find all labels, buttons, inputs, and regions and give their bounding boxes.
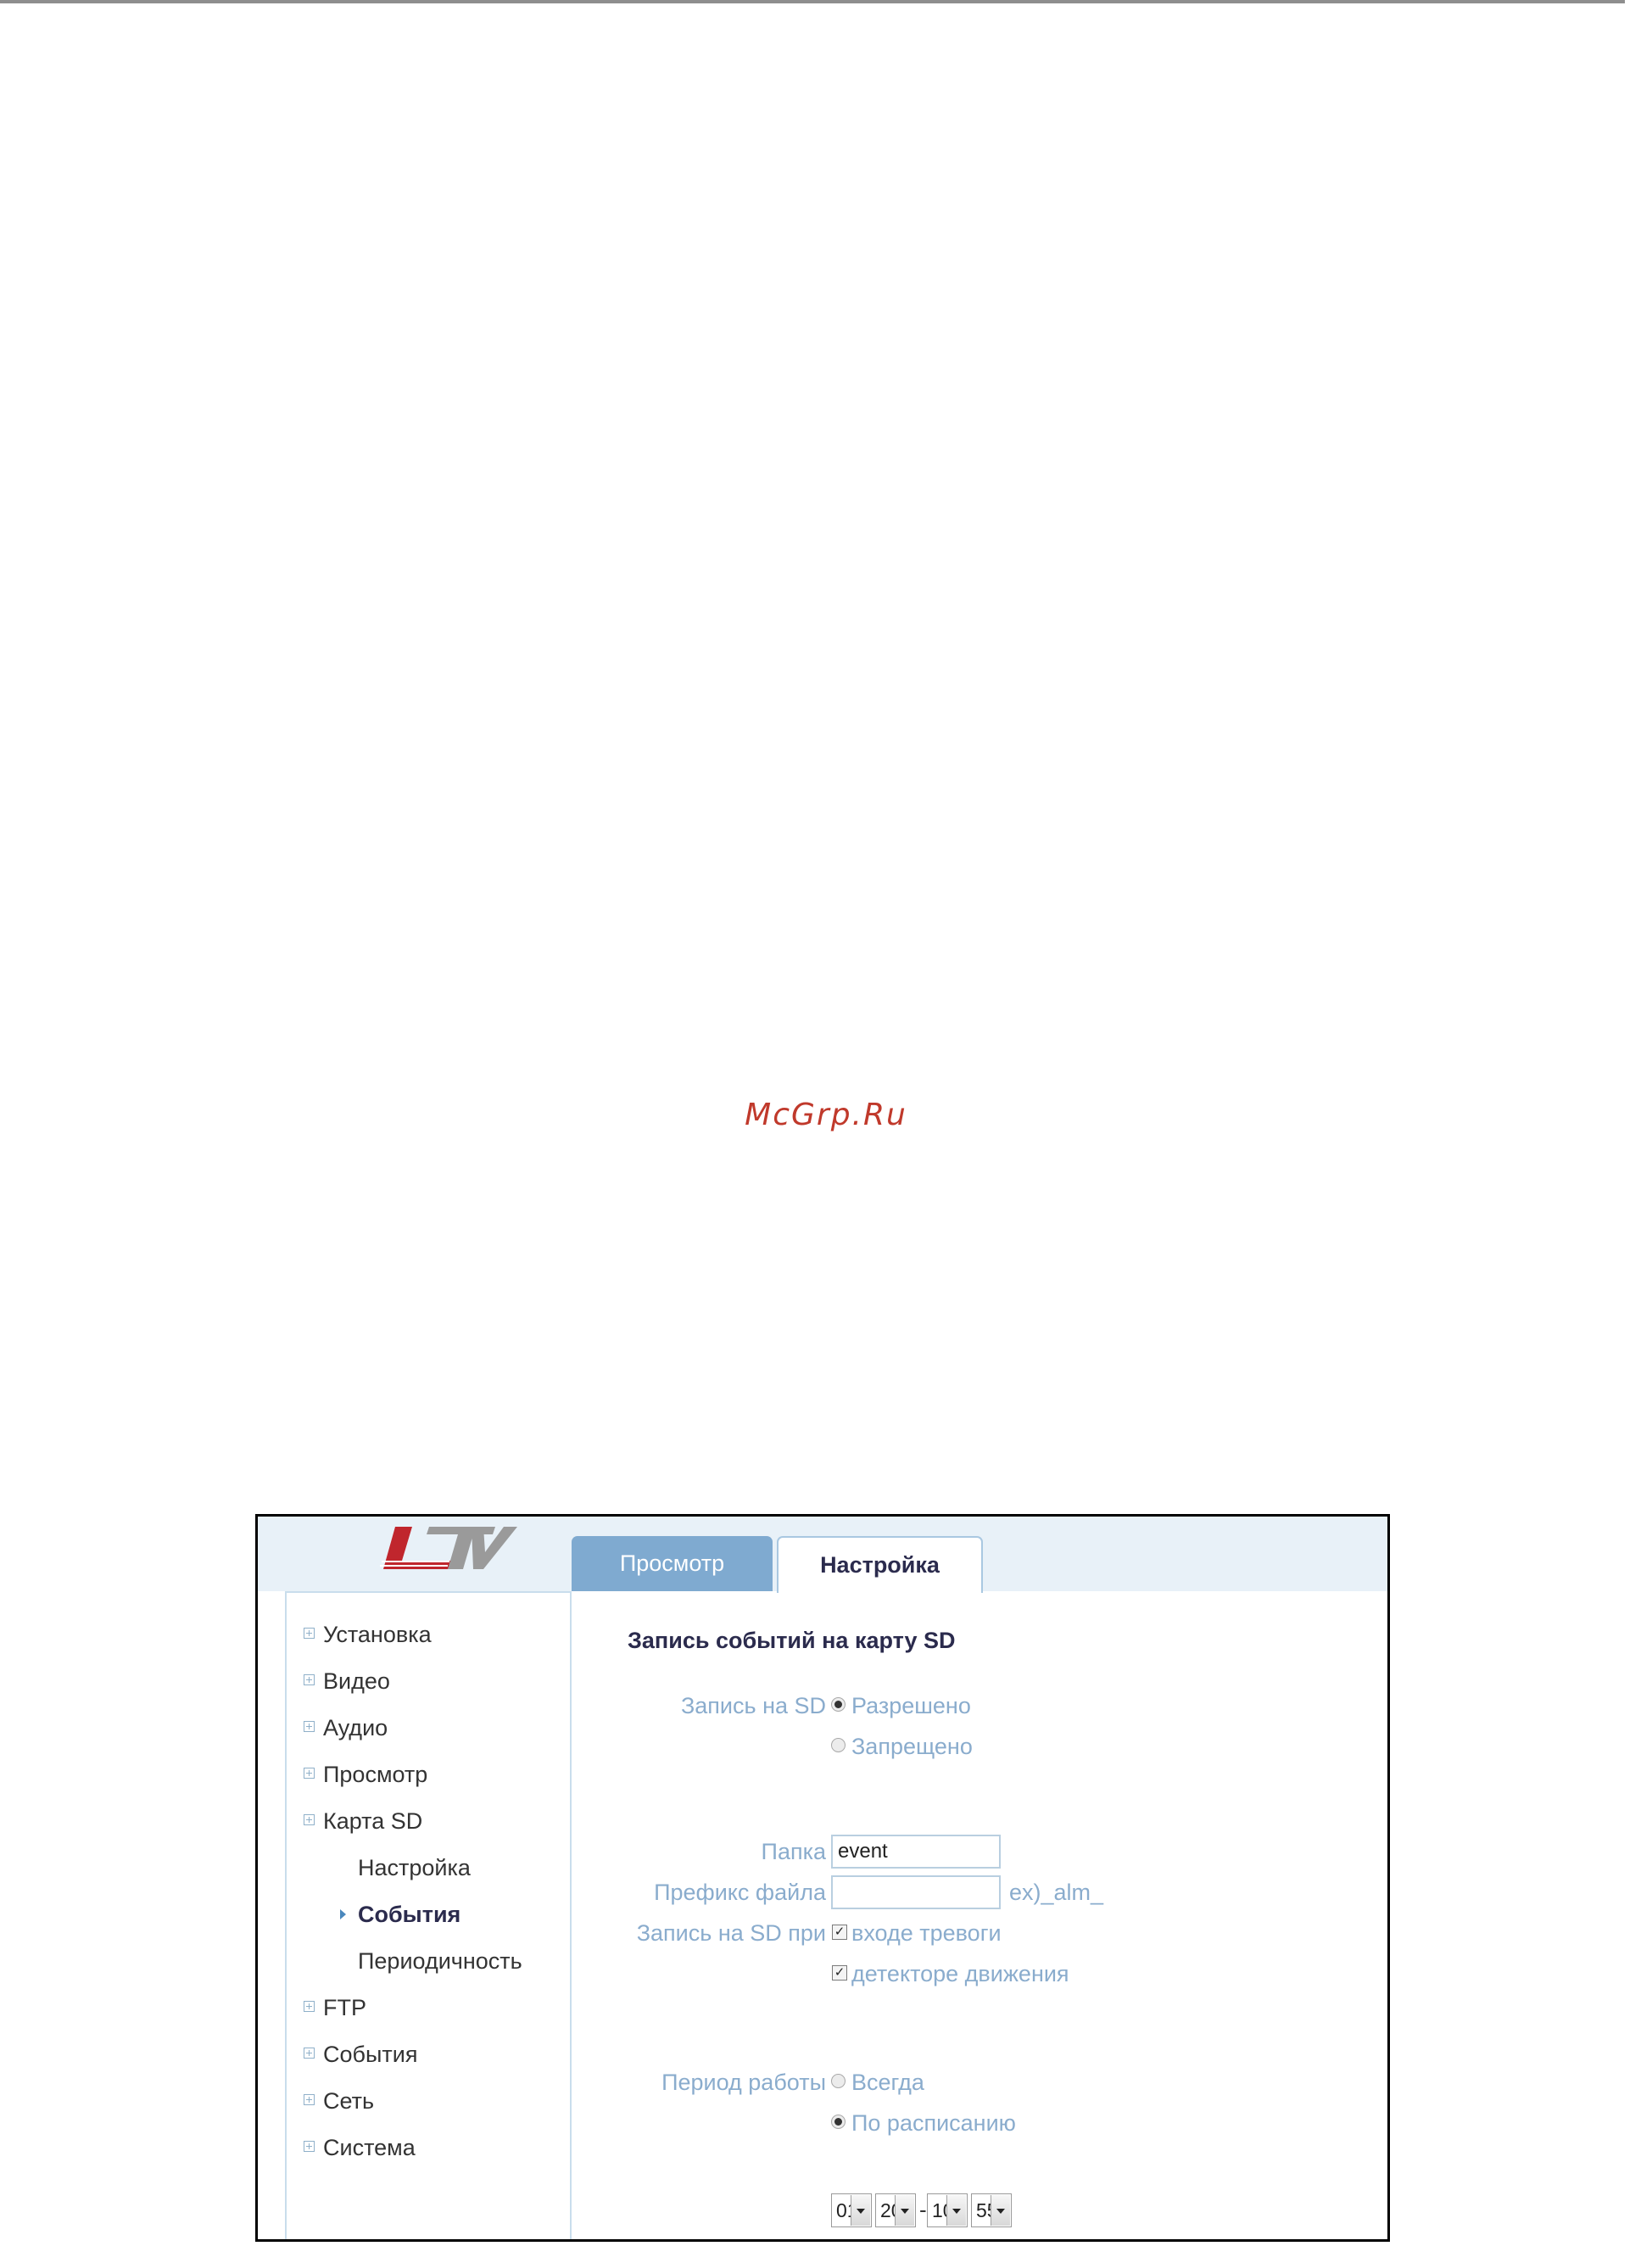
radio-sd-disabled-label: Запрещено xyxy=(851,1734,973,1759)
sidebar-subitem-sd-setup[interactable]: Настройка xyxy=(358,1855,471,1881)
checkbox-alarm-input[interactable]: ✓ xyxy=(832,1925,847,1940)
period-label: Период работы xyxy=(661,2070,826,2095)
radio-period-schedule[interactable] xyxy=(831,2115,846,2129)
radio-sd-disabled[interactable] xyxy=(831,1738,846,1752)
select-end-minute[interactable]: 55 xyxy=(971,2193,1012,2227)
sidebar-item-system[interactable]: Система xyxy=(304,2135,416,2161)
radio-period-always[interactable] xyxy=(831,2074,846,2088)
chevron-down-icon xyxy=(991,2195,1010,2226)
sd-record-label-box: Запись на SD xyxy=(597,1693,826,1722)
sidebar-subitem-sd-periodicity[interactable]: Периодичность xyxy=(358,1948,522,1975)
expand-plus-icon xyxy=(304,2094,315,2106)
select-end-hour[interactable]: 10 xyxy=(927,2193,968,2227)
sidebar-item-setup[interactable]: Установка xyxy=(304,1622,432,1648)
sidebar-item-video[interactable]: Видео xyxy=(304,1668,390,1695)
tab-view[interactable]: Просмотр xyxy=(572,1536,773,1591)
prefix-hint: ex)_alm_ xyxy=(1009,1880,1104,1905)
sidebar-item-ftp[interactable]: FTP xyxy=(304,1995,366,2021)
tab-settings[interactable]: Настройка xyxy=(777,1536,983,1593)
folder-input[interactable] xyxy=(831,1835,1001,1869)
schedule-separator: - xyxy=(919,2197,927,2222)
expand-plus-icon xyxy=(304,1768,315,1779)
sidebar-item-sd-card[interactable]: Карта SD xyxy=(304,1808,422,1835)
radio-sd-enabled[interactable] xyxy=(831,1697,846,1712)
radio-period-schedule-label: По расписанию xyxy=(851,2110,1016,2136)
expand-plus-icon xyxy=(304,2001,315,2013)
chevron-down-icon xyxy=(851,2195,870,2226)
active-arrow-icon xyxy=(340,1909,346,1919)
expand-plus-icon xyxy=(304,1674,315,1686)
page-top-rule xyxy=(0,0,1625,3)
sidebar-item-label: События xyxy=(323,2042,418,2067)
page-title: Запись событий на карту SD xyxy=(628,1628,956,1653)
sidebar-item-label: Система xyxy=(323,2135,416,2160)
checkbox-motion-detector[interactable]: ✓ xyxy=(832,1965,847,1981)
folder-label-box: Папка xyxy=(597,1839,826,1868)
record-on-label-box: Запись на SD при xyxy=(597,1920,826,1949)
period-label-box: Период работы xyxy=(597,2070,826,2098)
folder-label: Папка xyxy=(761,1839,826,1864)
prefix-label: Префикс файла xyxy=(654,1880,826,1905)
chevron-down-icon xyxy=(895,2195,914,2226)
expand-plus-icon xyxy=(304,1814,315,1826)
sidebar-item-label: Аудио xyxy=(323,1715,388,1740)
checkbox-alarm-input-label: входе тревоги xyxy=(851,1920,1002,1946)
sidebar-item-label: События xyxy=(358,1902,461,1927)
record-on-label: Запись на SD при xyxy=(636,1920,826,1946)
prefix-input[interactable] xyxy=(831,1875,1001,1909)
sidebar-item-label: Карта SD xyxy=(323,1808,423,1834)
expand-plus-icon xyxy=(304,2048,315,2059)
radio-period-always-label: Всегда xyxy=(851,2070,924,2095)
sidebar-item-view[interactable]: Просмотр xyxy=(304,1762,427,1788)
sidebar-item-label: Видео xyxy=(323,1668,390,1694)
chevron-down-icon xyxy=(946,2195,966,2226)
radio-sd-enabled-label: Разрешено xyxy=(851,1693,971,1718)
web-interface-screenshot: Просмотр Настройка Установка Видео Аудио… xyxy=(255,1514,1390,2242)
expand-plus-icon xyxy=(304,2141,315,2153)
sidebar-item-label: Просмотр xyxy=(323,1762,428,1787)
sidebar-item-network[interactable]: Сеть xyxy=(304,2088,374,2115)
sidebar-item-label: Установка xyxy=(323,1622,432,1647)
sidebar-item-audio[interactable]: Аудио xyxy=(304,1715,388,1741)
prefix-label-box: Префикс файла xyxy=(597,1880,826,1908)
sidebar-item-label: Сеть xyxy=(323,2088,375,2114)
expand-plus-icon xyxy=(304,1628,315,1640)
watermark: McGrp.Ru xyxy=(745,1098,907,1132)
sidebar-nav: Установка Видео Аудио Просмотр Карта SD … xyxy=(285,1591,572,2239)
expand-plus-icon xyxy=(304,1721,315,1733)
ltv-logo xyxy=(380,1527,517,1569)
select-start-hour[interactable]: 01 xyxy=(831,2193,872,2227)
sidebar-subitem-sd-events[interactable]: События xyxy=(340,1902,461,1928)
sidebar-item-label: FTP xyxy=(323,1995,366,2020)
select-start-minute[interactable]: 20 xyxy=(875,2193,916,2227)
sd-record-label: Запись на SD xyxy=(680,1693,826,1718)
sidebar-item-events[interactable]: События xyxy=(304,2042,417,2068)
checkbox-motion-detector-label: детекторе движения xyxy=(851,1961,1069,1986)
